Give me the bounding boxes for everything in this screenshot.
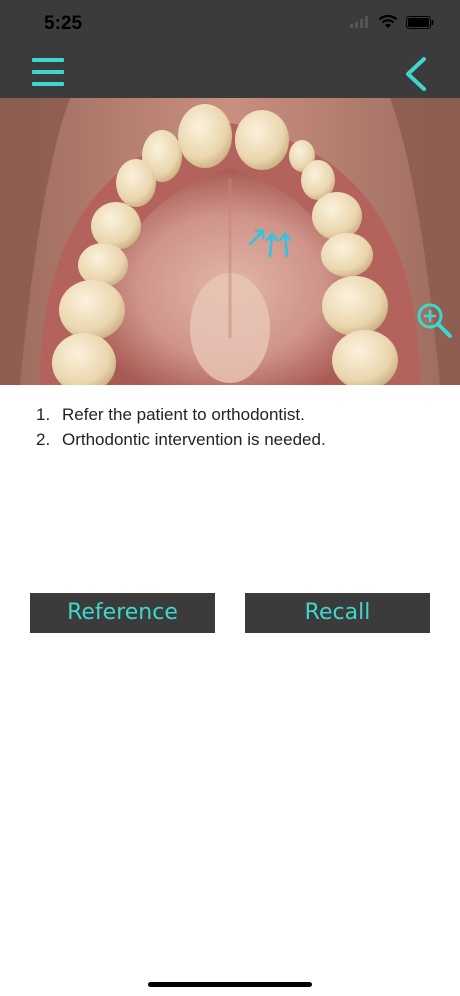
status-icons	[350, 15, 434, 29]
instruction-list: 1. Refer the patient to orthodontist. 2. O…	[36, 402, 326, 452]
instruction-number: 1.	[36, 405, 51, 424]
upper-arch-photo	[0, 98, 460, 385]
reference-button[interactable]: Reference	[30, 593, 215, 633]
signal-icon	[350, 16, 368, 28]
instruction-text: Refer the patient to orthodontist.	[62, 405, 305, 424]
hamburger-menu-icon[interactable]	[32, 58, 66, 88]
instruction-item: 1. Refer the patient to orthodontist.	[36, 402, 326, 427]
instruction-number: 2.	[36, 430, 51, 449]
recall-button[interactable]: Recall	[245, 593, 430, 633]
wifi-icon	[378, 15, 398, 28]
instruction-item: 2. Orthodontic intervention is needed.	[36, 427, 326, 452]
status-time: 5:25	[44, 13, 83, 34]
chevron-left-icon[interactable]	[402, 56, 430, 92]
home-indicator[interactable]	[148, 982, 312, 987]
instruction-text: Orthodontic intervention is needed.	[62, 430, 326, 449]
dental-photo	[0, 98, 460, 385]
top-navigation-bar: 5:25	[0, 0, 460, 98]
zoom-in-icon[interactable]	[414, 300, 454, 340]
battery-icon	[406, 15, 434, 29]
